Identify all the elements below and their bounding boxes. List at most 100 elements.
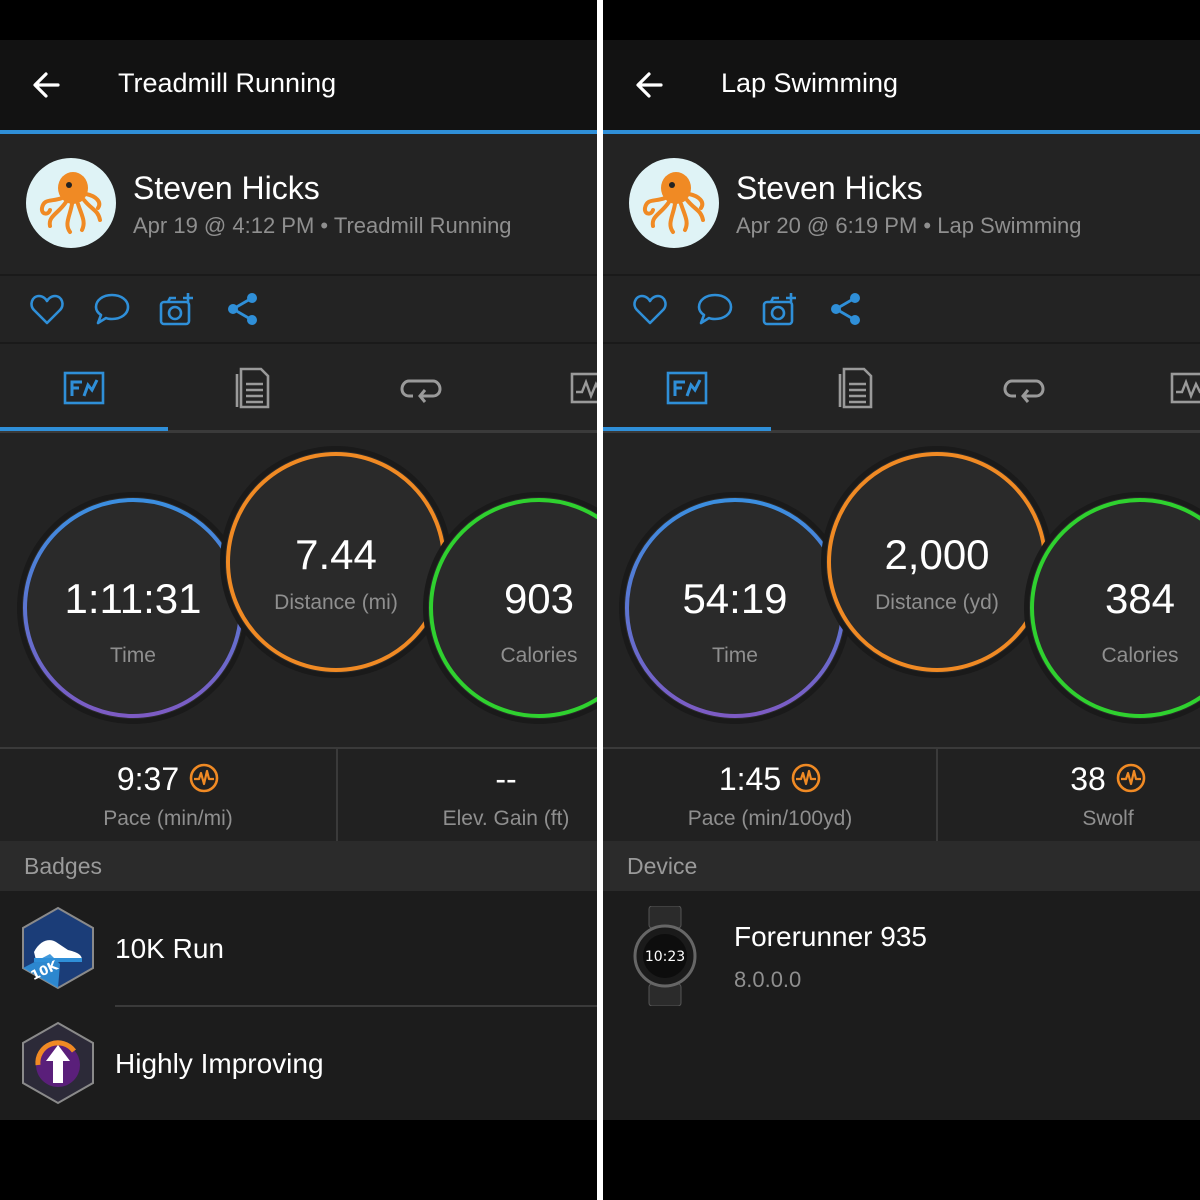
laps-loop-icon[interactable] — [399, 366, 443, 410]
device-list: 10:23 Forerunner 935 8.0.0.0 — [603, 891, 1200, 1120]
pace-value: 1:45 — [718, 761, 782, 797]
time-value: 1:11:31 — [64, 575, 202, 622]
activity-tabs — [0, 344, 597, 433]
pace-value-line: 9:37 — [0, 761, 336, 798]
time-label: Time — [110, 644, 156, 667]
device-row[interactable]: 10:23 Forerunner 935 8.0.0.0 — [603, 891, 1200, 1021]
pulse-icon — [1116, 763, 1146, 792]
share-icon[interactable] — [827, 290, 865, 328]
avatar[interactable] — [629, 158, 719, 248]
activity-body: Steven Hicks Apr 19 @ 4:12 PM • Treadmil… — [0, 134, 597, 1120]
distance-label: Distance (mi) — [274, 591, 398, 614]
pace-stat: 9:37 Pace (min/mi) — [0, 749, 336, 841]
swolf-value: 38 — [1070, 761, 1106, 797]
share-icon[interactable] — [224, 290, 262, 328]
user-name[interactable]: Steven Hicks — [133, 170, 320, 207]
badge-row-10k[interactable]: 10K 10K Run — [0, 891, 597, 1007]
pulse-icon — [791, 763, 821, 792]
swolf-label: Swolf — [1082, 807, 1134, 830]
summary-circles: 1:11:31 Time 7.44 Distance (mi) 903 Calo… — [0, 433, 597, 747]
app-header: Lap Swimming — [603, 40, 1200, 130]
active-tab-indicator — [603, 427, 771, 431]
action-bar — [0, 276, 597, 344]
summary-circles: 54:19 Time 2,000 Distance (yd) 384 Calor… — [603, 433, 1200, 747]
improving-arrow-badge-icon — [22, 1021, 94, 1105]
bottom-bar — [0, 1120, 597, 1200]
elevation-label: Elev. Gain (ft) — [442, 807, 570, 830]
overview-chart-icon[interactable] — [62, 366, 106, 410]
section-header: Device — [603, 841, 1200, 891]
treadmill-activity-screen: Treadmill Running Steven Hicks Apr 19 @ … — [0, 0, 597, 1200]
section-title: Device — [627, 853, 698, 879]
calories-label: Calories — [500, 644, 578, 667]
swolf-stat: 38 Swolf — [938, 749, 1200, 841]
pace-value: 9:37 — [116, 761, 180, 797]
distance-label: Distance (yd) — [875, 591, 999, 614]
watch-face-time: 10:23 — [645, 949, 685, 965]
document-list-icon[interactable] — [834, 366, 878, 410]
calories-value: 903 — [503, 575, 575, 622]
time-value: 54:19 — [682, 575, 788, 622]
arrow-left-icon[interactable] — [28, 66, 66, 104]
page-title: Treadmill Running — [118, 68, 337, 98]
distance-circle: 7.44 Distance (mi) — [225, 451, 447, 673]
stats-row: 1:45 Pace (min/100yd) 38 Swolf — [603, 747, 1200, 843]
elevation-value: -- — [495, 761, 517, 797]
calories-value: 384 — [1104, 575, 1176, 622]
activity-body: Steven Hicks Apr 20 @ 6:19 PM • Lap Swim… — [603, 134, 1200, 1120]
badges-list: 10K 10K Run Highly Improving — [0, 891, 597, 1120]
action-bar — [603, 276, 1200, 344]
badge-label: 10K Run — [115, 933, 224, 964]
pulse-icon — [189, 763, 219, 792]
user-name[interactable]: Steven Hicks — [736, 170, 923, 207]
document-list-icon[interactable] — [231, 366, 275, 410]
distance-value: 7.44 — [295, 531, 377, 578]
user-row: Steven Hicks Apr 20 @ 6:19 PM • Lap Swim… — [603, 134, 1200, 276]
calories-circle: 384 Calories — [1029, 497, 1200, 719]
heart-icon[interactable] — [28, 290, 66, 328]
activity-meta: Apr 19 @ 4:12 PM • Treadmill Running — [133, 213, 512, 238]
time-circle: 54:19 Time — [624, 497, 846, 719]
pace-value-line: 1:45 — [603, 761, 937, 798]
avatar[interactable] — [26, 158, 116, 248]
distance-circle: 2,000 Distance (yd) — [826, 451, 1048, 673]
user-row: Steven Hicks Apr 19 @ 4:12 PM • Treadmil… — [0, 134, 597, 276]
calories-label: Calories — [1101, 644, 1179, 667]
speech-bubble-icon[interactable] — [93, 290, 131, 328]
camera-add-icon[interactable] — [158, 290, 196, 328]
chart-icon[interactable] — [1170, 366, 1200, 410]
page-title: Lap Swimming — [721, 68, 899, 98]
activity-tabs — [603, 344, 1200, 433]
pace-label: Pace (min/mi) — [103, 807, 233, 830]
activity-meta: Apr 20 @ 6:19 PM • Lap Swimming — [736, 213, 1082, 238]
pace-label: Pace (min/100yd) — [687, 807, 853, 830]
badge-row-highly-improving[interactable]: Highly Improving — [0, 1006, 597, 1120]
bottom-bar — [603, 1120, 1200, 1200]
section-header: Badges — [0, 841, 597, 891]
device-name: Forerunner 935 — [734, 921, 928, 952]
calories-circle: 903 Calories — [428, 497, 597, 719]
swimming-activity-screen: Lap Swimming Steven Hicks Apr 20 @ 6:19 … — [603, 0, 1200, 1200]
pace-stat: 1:45 Pace (min/100yd) — [603, 749, 937, 841]
time-circle: 1:11:31 Time — [22, 497, 244, 719]
swolf-value-line: 38 — [938, 761, 1200, 798]
chart-icon[interactable] — [570, 366, 597, 410]
overview-chart-icon[interactable] — [665, 366, 709, 410]
distance-value: 2,000 — [884, 531, 990, 578]
device-version: 8.0.0.0 — [734, 967, 802, 992]
app-header: Treadmill Running — [0, 40, 597, 130]
active-tab-indicator — [0, 427, 168, 431]
octopus-avatar-icon — [27, 159, 115, 247]
badge-label: Highly Improving — [115, 1048, 324, 1079]
arrow-left-icon[interactable] — [631, 66, 669, 104]
laps-loop-icon[interactable] — [1002, 366, 1046, 410]
heart-icon[interactable] — [631, 290, 669, 328]
watch-icon: 10:23 — [633, 906, 697, 1006]
speech-bubble-icon[interactable] — [696, 290, 734, 328]
octopus-avatar-icon — [630, 159, 718, 247]
camera-add-icon[interactable] — [761, 290, 799, 328]
time-label: Time — [712, 644, 758, 667]
section-title: Badges — [24, 853, 103, 879]
stats-row: 9:37 Pace (min/mi) -- Elev. Gain (ft) — [0, 747, 597, 843]
elevation-stat: -- Elev. Gain (ft) — [338, 749, 597, 841]
